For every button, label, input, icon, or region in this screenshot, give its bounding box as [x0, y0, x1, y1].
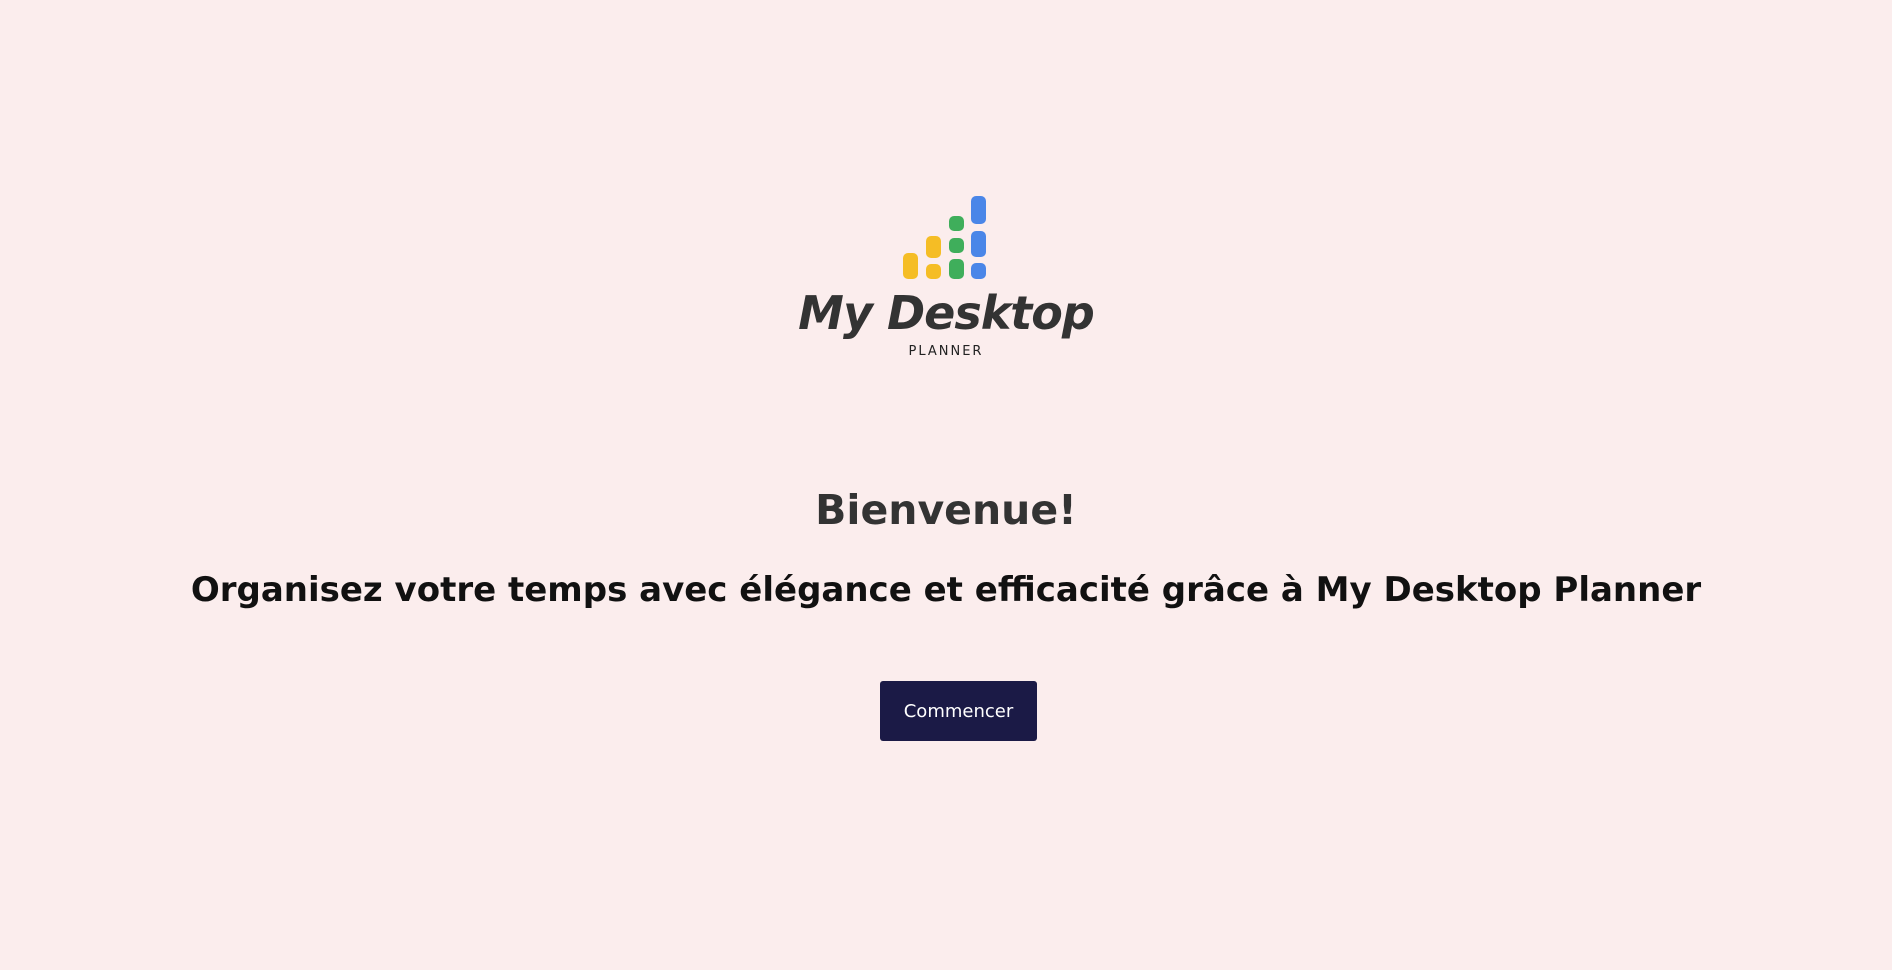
tagline: Organisez votre temps avec élégance et e…: [190, 570, 1702, 610]
logo-subtitle: PLANNER: [908, 344, 984, 359]
logo-title: My Desktop: [798, 286, 1095, 340]
welcome-page: My Desktop PLANNER Bienvenue! Organisez …: [0, 0, 1892, 970]
app-logo: My Desktop PLANNER: [0, 196, 1892, 359]
bar-dots-logo-icon: [903, 196, 986, 279]
start-button[interactable]: Commencer: [880, 681, 1037, 741]
welcome-heading: Bienvenue!: [815, 486, 1077, 534]
